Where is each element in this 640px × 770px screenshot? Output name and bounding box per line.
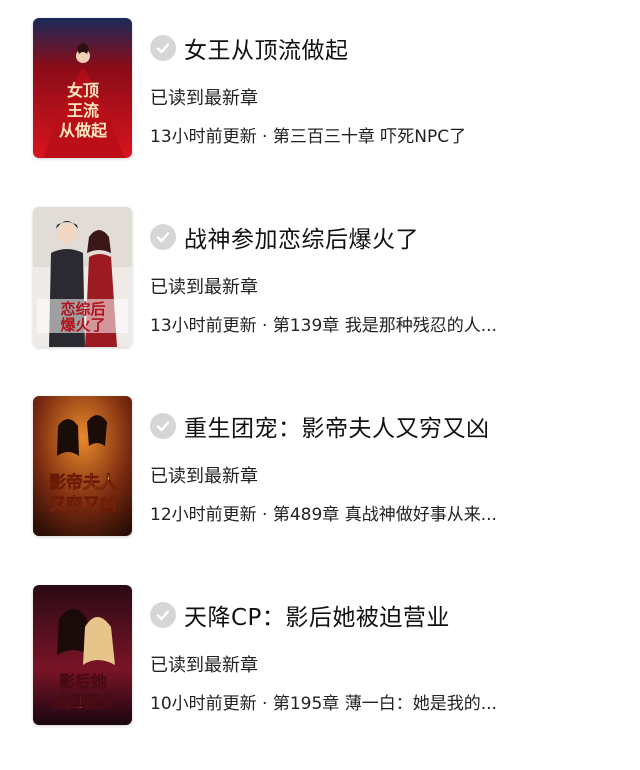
latest-update: 12小时前更新 · 第489章 真战神做好事从来... <box>150 505 497 525</box>
svg-text:爆火了: 爆火了 <box>60 316 105 334</box>
book-title[interactable]: 女王从顶流做起 <box>184 31 349 65</box>
svg-text:王流: 王流 <box>67 101 99 120</box>
checkmark-icon <box>150 602 176 628</box>
latest-update: 13小时前更新 · 第三百三十章 吓死NPC了 <box>150 127 467 147</box>
book-title[interactable]: 战神参加恋综后爆火了 <box>184 220 419 254</box>
checkmark-icon <box>150 413 176 439</box>
cover-image-2: 恋综后 爆火了 <box>33 207 132 347</box>
book-cover[interactable]: 影后她 被迫营业 <box>33 585 132 725</box>
latest-update: 10小时前更新 · 第195章 薄一白：她是我的... <box>150 694 497 714</box>
svg-text:影帝夫人: 影帝夫人 <box>49 472 118 493</box>
book-item[interactable]: 女顶 王流 从做起 女王从顶流做起 已读到最新章 13小时前更新 · 第三百三十… <box>0 18 640 168</box>
svg-text:被迫营业: 被迫营业 <box>51 692 115 711</box>
book-title[interactable]: 重生团宠：影帝夫人又穷又凶 <box>184 409 490 443</box>
svg-text:从做起: 从做起 <box>59 121 108 140</box>
read-status: 已读到最新章 <box>150 466 258 487</box>
book-cover[interactable]: 影帝夫人 又穷又凶 <box>33 396 132 536</box>
book-title[interactable]: 天降CP：影后她被迫营业 <box>184 598 450 632</box>
book-item[interactable]: 影帝夫人 又穷又凶 重生团宠：影帝夫人又穷又凶 已读到最新章 12小时前更新 ·… <box>0 396 640 546</box>
read-status: 已读到最新章 <box>150 88 258 109</box>
read-status: 已读到最新章 <box>150 655 258 676</box>
svg-text:女顶: 女顶 <box>67 81 99 100</box>
checkmark-icon <box>150 35 176 61</box>
svg-text:影后她: 影后她 <box>59 672 107 691</box>
book-item[interactable]: 恋综后 爆火了 战神参加恋综后爆火了 已读到最新章 13小时前更新 · 第139… <box>0 207 640 357</box>
cover-image-4: 影后她 被迫营业 <box>33 585 132 725</box>
latest-update: 13小时前更新 · 第139章 我是那种残忍的人... <box>150 316 497 336</box>
cover-image-1: 女顶 王流 从做起 <box>33 18 132 158</box>
book-cover[interactable]: 恋综后 爆火了 <box>33 207 132 347</box>
read-status: 已读到最新章 <box>150 277 258 298</box>
bookshelf-list: 女顶 王流 从做起 女王从顶流做起 已读到最新章 13小时前更新 · 第三百三十… <box>0 0 640 770</box>
book-cover[interactable]: 女顶 王流 从做起 <box>33 18 132 158</box>
svg-text:又穷又凶: 又穷又凶 <box>49 494 117 515</box>
book-item[interactable]: 影后她 被迫营业 天降CP：影后她被迫营业 已读到最新章 10小时前更新 · 第… <box>0 585 640 735</box>
cover-image-3: 影帝夫人 又穷又凶 <box>33 396 132 536</box>
checkmark-icon <box>150 224 176 250</box>
